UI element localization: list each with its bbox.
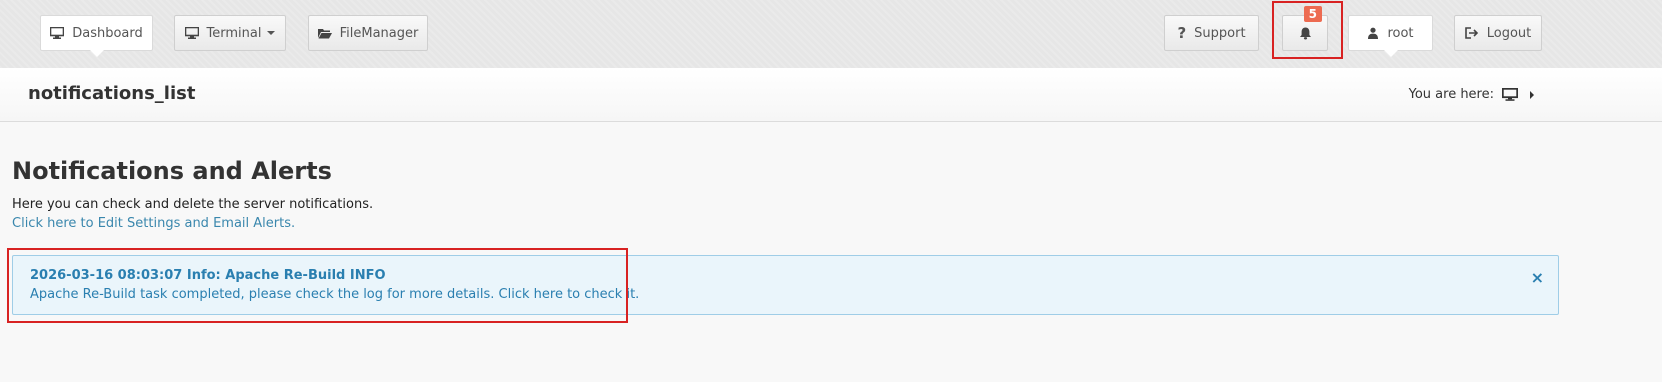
- logout-button[interactable]: Logout: [1454, 15, 1542, 51]
- support-button[interactable]: ? Support: [1164, 15, 1259, 51]
- terminal-button[interactable]: Terminal: [174, 15, 286, 51]
- close-icon[interactable]: ×: [1531, 268, 1544, 287]
- main-heading: Notifications and Alerts: [12, 157, 332, 185]
- dashboard-label: Dashboard: [72, 25, 143, 41]
- notification-alert: 2026-03-16 08:03:07 Info: Apache Re-Buil…: [12, 255, 1559, 315]
- check-log-link[interactable]: Click here to check it.: [499, 287, 640, 302]
- logout-icon: [1464, 27, 1479, 39]
- dashboard-button[interactable]: Dashboard: [40, 15, 153, 57]
- user-label: root: [1387, 25, 1414, 41]
- edit-settings-link[interactable]: Click here to Edit Settings and Email Al…: [12, 216, 295, 231]
- page-description: Here you can check and delete the server…: [12, 197, 374, 212]
- monitor-icon[interactable]: [1502, 88, 1518, 101]
- notifications-button[interactable]: 5: [1282, 6, 1328, 51]
- bell-icon: [1299, 27, 1312, 40]
- alert-message-text: Apache Re-Build task completed, please c…: [30, 287, 495, 302]
- question-icon: ?: [1177, 24, 1187, 42]
- top-navbar: Dashboard Terminal FileManager ? Support…: [0, 0, 1662, 69]
- support-label: Support: [1194, 25, 1246, 41]
- monitor-icon: [184, 27, 199, 39]
- folder-open-icon: [317, 28, 332, 39]
- user-icon: [1367, 27, 1379, 39]
- notification-count-badge: 5: [1303, 6, 1322, 22]
- user-menu-button[interactable]: root: [1348, 15, 1433, 57]
- alert-title: 2026-03-16 08:03:07 Info: Apache Re-Buil…: [30, 268, 386, 283]
- monitor-icon: [50, 27, 65, 39]
- page-title: notifications_list: [28, 83, 196, 104]
- page-header: notifications_list You are here:: [0, 68, 1662, 122]
- chevron-right-icon: [1530, 90, 1534, 99]
- alert-message: Apache Re-Build task completed, please c…: [30, 287, 639, 302]
- terminal-label: Terminal: [206, 25, 262, 41]
- chevron-down-icon: [267, 31, 276, 35]
- filemanager-button[interactable]: FileManager: [308, 15, 428, 51]
- breadcrumb: You are here:: [1409, 87, 1534, 102]
- filemanager-label: FileManager: [339, 25, 419, 41]
- logout-label: Logout: [1486, 25, 1532, 41]
- breadcrumb-label: You are here:: [1408, 87, 1494, 102]
